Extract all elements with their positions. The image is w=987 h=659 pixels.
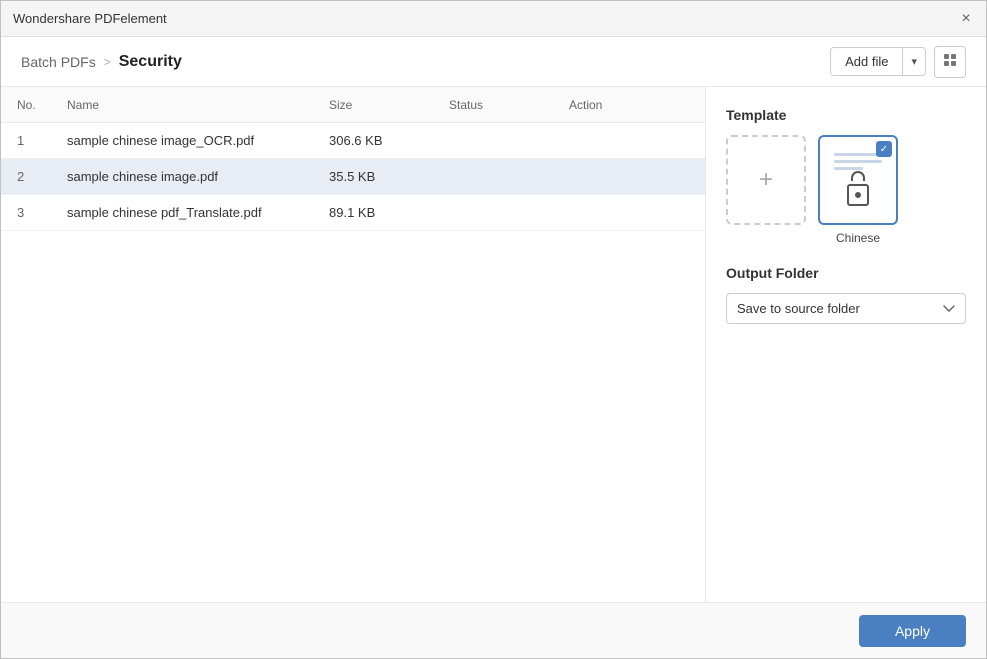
header: Batch PDFs > Security Add file ▾ <box>1 37 986 87</box>
doc-line <box>834 153 882 156</box>
lock-body <box>847 184 869 206</box>
lock-keyhole <box>855 192 861 198</box>
window-title: Wondershare PDFelement <box>13 11 167 26</box>
header-actions: Add file ▾ <box>830 46 966 78</box>
output-folder-select[interactable]: Save to source folder Custom folder <box>726 293 966 324</box>
cell-no: 1 <box>17 133 67 148</box>
main-content: No. Name Size Status Action 1 sample chi… <box>1 87 986 602</box>
add-file-label[interactable]: Add file <box>831 48 903 75</box>
template-card-chinese[interactable]: ✓ <box>818 135 898 245</box>
table-body: 1 sample chinese image_OCR.pdf 306.6 KB … <box>1 123 705 602</box>
template-section-title: Template <box>726 107 966 123</box>
right-panel: Template + ✓ <box>706 87 986 602</box>
cell-size: 306.6 KB <box>329 133 449 148</box>
template-selected-check: ✓ <box>876 141 892 157</box>
add-file-dropdown-arrow[interactable]: ▾ <box>903 49 925 74</box>
checkmark-icon: ✓ <box>880 144 888 155</box>
output-folder-section: Output Folder Save to source folder Cust… <box>726 265 966 324</box>
cell-no: 3 <box>17 205 67 220</box>
footer: Apply <box>1 602 986 658</box>
apply-button[interactable]: Apply <box>859 615 966 647</box>
cell-name: sample chinese image_OCR.pdf <box>67 133 329 148</box>
col-status: Status <box>449 98 569 112</box>
add-file-button[interactable]: Add file ▾ <box>830 47 926 76</box>
cell-name: sample chinese image.pdf <box>67 169 329 184</box>
template-card-label: Chinese <box>836 231 880 245</box>
breadcrumb-current: Security <box>119 53 182 71</box>
table-row[interactable]: 2 sample chinese image.pdf 35.5 KB <box>1 159 705 195</box>
doc-line <box>834 160 882 163</box>
col-name: Name <box>67 98 329 112</box>
breadcrumb-parent: Batch PDFs <box>21 54 96 70</box>
doc-line <box>834 167 863 170</box>
table-row[interactable]: 3 sample chinese pdf_Translate.pdf 89.1 … <box>1 195 705 231</box>
title-bar: Wondershare PDFelement × <box>1 1 986 37</box>
col-no: No. <box>17 98 67 112</box>
table-row[interactable]: 1 sample chinese image_OCR.pdf 306.6 KB <box>1 123 705 159</box>
file-list-area: No. Name Size Status Action 1 sample chi… <box>1 87 706 602</box>
lock-shackle <box>851 171 865 181</box>
template-cards: + ✓ <box>726 135 966 245</box>
output-folder-wrapper: Save to source folder Custom folder <box>726 293 966 324</box>
template-section: Template + ✓ <box>726 107 966 245</box>
output-folder-title: Output Folder <box>726 265 966 281</box>
cell-name: sample chinese pdf_Translate.pdf <box>67 205 329 220</box>
main-window: Wondershare PDFelement × Batch PDFs > Se… <box>0 0 987 659</box>
add-template-button[interactable]: + <box>726 135 806 225</box>
breadcrumb: Batch PDFs > Security <box>21 53 182 71</box>
settings-icon <box>942 52 958 71</box>
col-action: Action <box>569 98 689 112</box>
cell-size: 35.5 KB <box>329 169 449 184</box>
template-card-inner: ✓ <box>818 135 898 225</box>
col-size: Size <box>329 98 449 112</box>
settings-button[interactable] <box>934 46 966 78</box>
close-button[interactable]: × <box>958 11 974 27</box>
lock-icon-wrapper <box>847 180 869 208</box>
cell-size: 89.1 KB <box>329 205 449 220</box>
breadcrumb-separator: > <box>104 55 111 69</box>
table-header: No. Name Size Status Action <box>1 87 705 123</box>
cell-no: 2 <box>17 169 67 184</box>
